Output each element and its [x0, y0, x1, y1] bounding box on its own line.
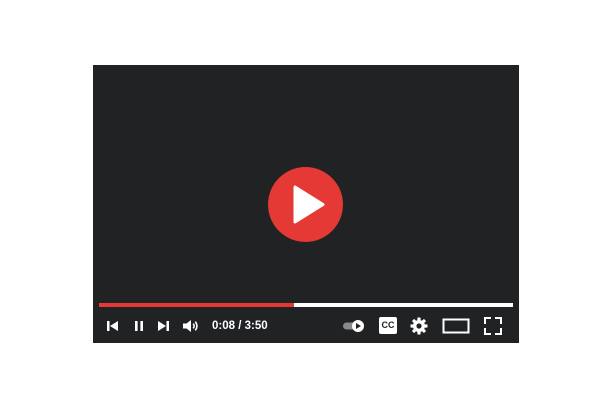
video-player[interactable]: 0:08 / 3:50 CC	[93, 65, 519, 343]
captions-button[interactable]: CC	[379, 317, 397, 334]
gear-icon	[410, 317, 428, 335]
volume-button[interactable]	[181, 316, 201, 336]
control-bar: 0:08 / 3:50 CC	[93, 313, 519, 339]
duration: 3:50	[244, 320, 268, 332]
captions-icon: CC	[381, 320, 395, 330]
autoplay-toggle[interactable]	[342, 316, 366, 336]
pause-button[interactable]	[131, 316, 147, 336]
autoplay-toggle-icon	[343, 320, 364, 332]
next-button[interactable]	[155, 316, 171, 336]
settings-button[interactable]	[409, 316, 429, 336]
theater-mode-button[interactable]	[442, 316, 470, 336]
pause-icon	[135, 321, 143, 331]
time-display: 0:08 / 3:50	[212, 319, 268, 333]
previous-button[interactable]	[105, 316, 121, 336]
skip-next-icon	[158, 321, 169, 331]
big-play-button[interactable]	[268, 167, 343, 242]
fullscreen-button[interactable]	[483, 316, 503, 336]
time-separator: /	[235, 320, 245, 332]
progress-bar[interactable]	[99, 303, 513, 307]
volume-icon	[183, 320, 198, 332]
progress-fill	[99, 303, 294, 307]
theater-mode-icon	[442, 318, 470, 334]
skip-previous-icon	[107, 321, 118, 331]
fullscreen-icon	[484, 317, 502, 335]
play-icon	[293, 185, 325, 224]
current-time: 0:08	[212, 320, 236, 332]
